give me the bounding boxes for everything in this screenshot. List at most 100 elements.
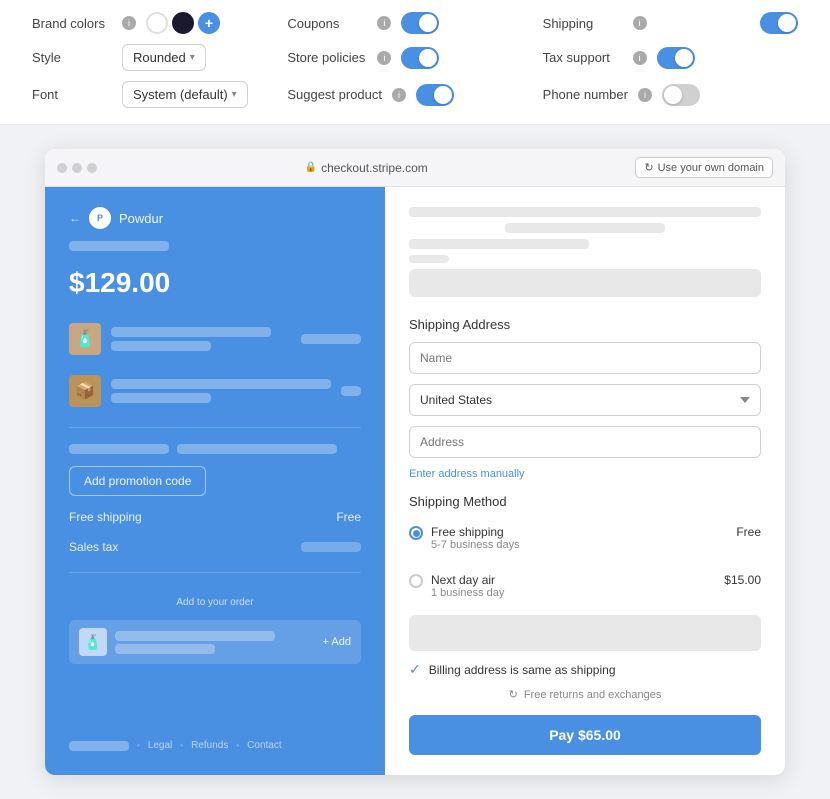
enter-address-link[interactable]: Enter address manually: [409, 468, 761, 480]
product-thumb-2: 📦: [69, 375, 101, 407]
product-item-1: 🧴: [69, 319, 361, 359]
store-policies-toggle[interactable]: [401, 47, 439, 69]
footer-refunds[interactable]: Refunds: [191, 740, 228, 751]
suggest-product-toggle[interactable]: [416, 84, 454, 106]
free-shipping-radio[interactable]: [409, 526, 423, 540]
shipping-toggle-knob: [778, 14, 796, 32]
style-value: Rounded: [133, 50, 186, 65]
country-select[interactable]: United States: [409, 384, 761, 416]
next-day-price: $15.00: [724, 573, 761, 587]
free-shipping-price: Free: [736, 525, 761, 539]
coupons-toggle[interactable]: [401, 12, 439, 34]
coupons-info-icon[interactable]: i: [377, 16, 391, 30]
browser-bar: 🔒 checkout.stripe.com ↻ Use your own dom…: [45, 149, 785, 187]
phone-number-info-icon[interactable]: i: [638, 88, 652, 102]
address-input[interactable]: [409, 426, 761, 458]
check-icon: ✓: [409, 661, 421, 678]
phone-number-label: Phone number: [543, 87, 628, 102]
browser-chrome: 🔒 checkout.stripe.com ↻ Use your own dom…: [45, 149, 785, 775]
shipping-toggle[interactable]: [760, 12, 798, 34]
color-white[interactable]: [146, 12, 168, 34]
shipping-row: Shipping i: [543, 12, 798, 34]
tax-support-toggle[interactable]: [657, 47, 695, 69]
name-input[interactable]: [409, 342, 761, 374]
suggest-product-toggle-knob: [434, 86, 452, 104]
coupon-button[interactable]: Add promotion code: [69, 466, 206, 496]
divider-1: [69, 427, 361, 428]
next-day-name: Next day air: [431, 573, 716, 587]
footer-legal[interactable]: Legal: [148, 740, 172, 751]
returns-icon: ↻: [509, 688, 518, 701]
coupons-toggle-knob: [419, 14, 437, 32]
line-items: [69, 444, 361, 454]
free-shipping-days: 5-7 business days: [431, 539, 728, 551]
sales-tax-label: Sales tax: [69, 540, 118, 554]
product-info-1: [111, 327, 291, 351]
skeleton-line-1: [69, 241, 169, 251]
add-button[interactable]: + Add: [323, 636, 351, 648]
next-day-radio[interactable]: [409, 574, 423, 588]
style-chevron-icon: ▾: [190, 52, 195, 63]
own-domain-button[interactable]: ↻ Use your own domain: [635, 157, 773, 178]
font-chevron-icon: ▾: [232, 89, 237, 100]
upsell-thumb: 🧴: [79, 628, 107, 656]
font-label: Font: [32, 87, 112, 102]
product-thumb-1: 🧴: [69, 323, 101, 355]
returns-label: Free returns and exchanges: [524, 689, 662, 701]
tax-support-toggle-knob: [675, 49, 693, 67]
billing-row: ✓ Billing address is same as shipping: [409, 661, 761, 678]
merchant-name: Powdur: [119, 211, 163, 226]
upsell-info: [115, 631, 315, 654]
browser-dot-yellow: [72, 163, 82, 173]
coupons-row: Coupons i: [287, 12, 542, 34]
free-shipping-line: Free shipping Free: [69, 508, 361, 526]
settings-bar: Brand colors i + Coupons i Shipping i St: [0, 0, 830, 125]
returns-row[interactable]: ↻ Free returns and exchanges: [409, 688, 761, 701]
card-input-area: [409, 615, 761, 651]
color-add[interactable]: +: [198, 12, 220, 34]
font-row: Font System (default) ▾: [32, 81, 287, 108]
font-dropdown[interactable]: System (default) ▾: [122, 81, 248, 108]
style-label: Style: [32, 50, 112, 65]
back-arrow-icon[interactable]: ←: [69, 211, 81, 225]
brand-colors-info-icon[interactable]: i: [122, 16, 136, 30]
checkout-footer: • Legal • Refunds • Contact: [69, 728, 361, 755]
shipping-info-icon[interactable]: i: [633, 16, 647, 30]
next-day-info: Next day air 1 business day: [431, 573, 716, 599]
merchant-row: ← P Powdur: [69, 207, 361, 229]
suggest-product-row: Suggest product i: [287, 81, 542, 108]
shipping-line-value: Free: [336, 510, 361, 524]
price-amount: $129.00: [69, 267, 361, 299]
product-sub-skel-1: [111, 341, 211, 351]
style-dropdown[interactable]: Rounded ▾: [122, 44, 206, 71]
store-policies-info-icon[interactable]: i: [377, 51, 391, 65]
product-sub-skel-2: [111, 393, 211, 403]
product-price-skel-2: [341, 386, 361, 396]
shipping-line-label: Free shipping: [69, 510, 142, 524]
store-policies-label: Store policies: [287, 50, 367, 65]
phone-number-row: Phone number i: [543, 81, 798, 108]
color-dark[interactable]: [172, 12, 194, 34]
browser-domain: checkout.stripe.com: [321, 161, 428, 175]
divider-2: [69, 572, 361, 573]
shipping-method-title: Shipping Method: [409, 494, 761, 509]
upsell-item: 🧴 + Add: [69, 620, 361, 664]
billing-same-label: Billing address is same as shipping: [429, 663, 616, 677]
coupons-label: Coupons: [287, 16, 367, 31]
brand-colors-label: Brand colors: [32, 16, 112, 31]
browser-dot-red: [57, 163, 67, 173]
browser-dot-green: [87, 163, 97, 173]
own-domain-label: Use your own domain: [658, 162, 764, 174]
tax-support-info-icon[interactable]: i: [633, 51, 647, 65]
pay-button[interactable]: Pay $65.00: [409, 715, 761, 755]
product-price-skel-1: [301, 334, 361, 344]
suggest-product-info-icon[interactable]: i: [392, 88, 406, 102]
settings-grid: Brand colors i + Coupons i Shipping i St: [32, 12, 798, 108]
free-shipping-name: Free shipping: [431, 525, 728, 539]
style-row: Style Rounded ▾: [32, 44, 287, 71]
footer-contact[interactable]: Contact: [247, 740, 281, 751]
sales-tax-line: Sales tax: [69, 538, 361, 556]
phone-number-toggle[interactable]: [662, 84, 700, 106]
product-name-skel-1: [111, 327, 271, 337]
brand-colors-row: Brand colors i +: [32, 12, 287, 34]
